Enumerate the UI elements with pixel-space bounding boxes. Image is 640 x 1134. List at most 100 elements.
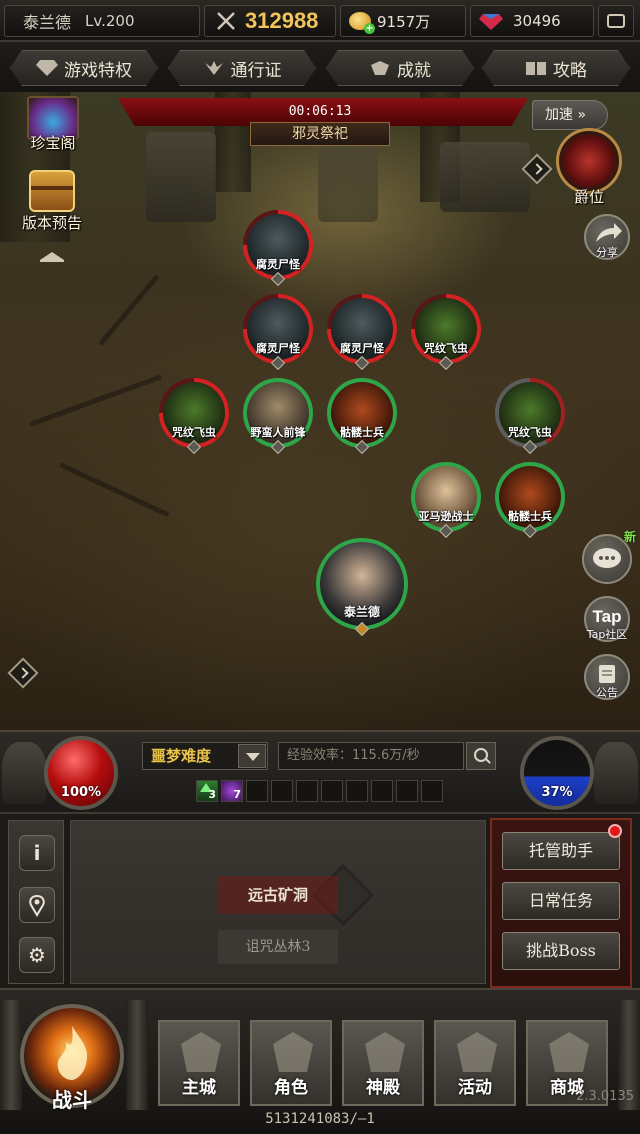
hero-unit[interactable]: 泰兰德 <box>316 538 408 637</box>
nav-guide[interactable]: 攻略 <box>482 50 630 86</box>
tab-temple[interactable]: 神殿 <box>342 1020 424 1106</box>
stone-ruin <box>440 142 530 212</box>
expand-left-icon[interactable] <box>7 657 39 689</box>
share-label: 分享 <box>596 246 618 259</box>
nav-label: 攻略 <box>553 60 587 81</box>
player-info[interactable]: 泰兰德 Lv.200 <box>4 5 200 37</box>
event-timer: 00:06:13 <box>288 104 352 119</box>
tab-label: 活动 <box>458 1078 492 1098</box>
chat-button[interactable]: 新 <box>582 530 636 584</box>
tab-character[interactable]: 角色 <box>250 1020 332 1106</box>
combat-power-value: 312988 <box>245 8 319 33</box>
version-preview-label: 版本预告 <box>21 214 82 232</box>
enemy-unit[interactable]: 腐灵尸怪 <box>243 210 313 287</box>
unit-name: 骷髅士兵 <box>508 510 552 523</box>
tab-label: 角色 <box>274 1078 308 1098</box>
hud-bar: 100% 37% 噩梦难度 经验效率：115.6万/秒 3 7 <box>0 730 640 812</box>
notice-button[interactable]: 公告 <box>584 654 630 700</box>
rank-label-wrap: 爵位 <box>556 186 622 207</box>
new-badge: 新 <box>623 530 636 544</box>
tool-column: i ⚙ <box>8 820 64 984</box>
exp-rate-field: 经验效率：115.6万/秒 <box>278 742 464 770</box>
version-preview-button[interactable]: 版本预告 <box>12 170 92 233</box>
empty-buff-slot <box>396 780 418 802</box>
enemy-unit[interactable]: 咒纹飞虫 <box>495 378 565 455</box>
gold-coin-icon: + <box>349 12 375 34</box>
buff-count: 7 <box>233 788 241 801</box>
ally-unit[interactable]: 亚马逊战士 <box>411 462 481 539</box>
ally-unit[interactable]: 骷髅士兵 <box>495 462 565 539</box>
empty-buff-slot <box>271 780 293 802</box>
menu-button[interactable] <box>598 5 634 37</box>
gem-value: 30496 <box>513 12 561 30</box>
empty-buff-slot <box>246 780 268 802</box>
enemy-unit[interactable]: 咒纹飞虫 <box>159 378 229 455</box>
player-name: 泰兰德 <box>23 13 72 32</box>
tab-main-city[interactable]: 主城 <box>158 1020 240 1106</box>
ally-unit[interactable]: 骷髅士兵 <box>327 378 397 455</box>
mp-orb: 37% <box>520 736 594 810</box>
version-number: 2.3.0135 <box>576 1089 634 1104</box>
level-up-buff-icon[interactable]: 3 <box>196 780 218 802</box>
chevron-down-icon[interactable] <box>238 744 266 768</box>
unit-name: 咒纹飞虫 <box>424 342 468 355</box>
enemy-unit[interactable]: 咒纹飞虫 <box>411 294 481 371</box>
nav-achievements[interactable]: 成就 <box>326 50 474 86</box>
action-menu: 托管助手 日常任务 挑战Boss <box>490 818 632 988</box>
current-map-location[interactable]: 远古矿洞 <box>218 876 338 914</box>
share-button[interactable]: 分享 <box>584 214 630 260</box>
unit-name: 腐灵尸怪 <box>340 342 384 355</box>
treasure-pavilion-button[interactable]: 珍宝阁 <box>18 96 88 153</box>
daily-tasks-button[interactable]: 日常任务 <box>502 882 620 920</box>
book-icon <box>526 62 546 75</box>
auto-assistant-button[interactable]: 托管助手 <box>502 832 620 870</box>
info-icon[interactable]: i <box>19 835 55 871</box>
tap-community-label: Tap社区 <box>586 628 628 641</box>
player-level: Lv.200 <box>85 12 135 30</box>
buff-count: 3 <box>208 788 216 801</box>
nav-game-privilege[interactable]: 游戏特权 <box>10 50 158 86</box>
gargoyle-ornament <box>594 742 638 804</box>
collapse-arrow-icon[interactable] <box>40 252 64 262</box>
tab-events[interactable]: 活动 <box>434 1020 516 1106</box>
chest-icon <box>29 170 75 212</box>
add-gold-icon[interactable]: + <box>364 23 375 34</box>
unit-name: 咒纹飞虫 <box>172 426 216 439</box>
challenge-boss-button[interactable]: 挑战Boss <box>502 932 620 970</box>
empty-buff-slot <box>421 780 443 802</box>
gem-counter[interactable]: 30496 <box>470 5 594 37</box>
unit-name: 骷髅士兵 <box>340 426 384 439</box>
enemy-unit[interactable]: 腐灵尸怪 <box>327 294 397 371</box>
nav-label: 成就 <box>397 60 431 81</box>
notification-dot <box>608 824 622 838</box>
rank-emblem-icon <box>556 128 622 194</box>
tree-root <box>29 374 163 427</box>
gold-value: 9157万 <box>377 12 431 31</box>
laurel-icon <box>371 61 389 75</box>
hp-orb: 100% <box>44 736 118 810</box>
unit-name: 野蛮人前锋 <box>250 426 306 439</box>
event-name[interactable]: 邪灵祭祀 <box>250 122 390 146</box>
next-map-location[interactable]: 诅咒丛林3 <box>218 930 338 964</box>
wings-icon <box>204 61 223 75</box>
treasure-label: 珍宝阁 <box>30 134 76 152</box>
location-pin-icon[interactable] <box>19 887 55 923</box>
stone-stairs <box>318 142 378 222</box>
gear-icon[interactable]: ⚙ <box>19 937 55 973</box>
nav-battle-pass[interactable]: 通行证 <box>168 50 316 86</box>
tap-community-button[interactable]: Tap Tap社区 <box>584 596 630 642</box>
speedup-button[interactable]: 加速 » <box>532 100 608 130</box>
rank-label: 爵位 <box>573 188 604 206</box>
enemy-unit[interactable]: 腐灵尸怪 <box>243 294 313 371</box>
buff-bar: 3 7 <box>196 780 443 802</box>
empty-buff-slot <box>321 780 343 802</box>
ally-unit[interactable]: 野蛮人前锋 <box>243 378 313 455</box>
pillar-ornament <box>126 1000 148 1110</box>
search-icon[interactable] <box>466 742 496 770</box>
gold-counter[interactable]: + 9157万 <box>340 5 466 37</box>
magic-buff-icon[interactable]: 7 <box>221 780 243 802</box>
hero-name: 泰兰德 <box>343 605 380 619</box>
demon-icon <box>457 1032 497 1072</box>
unit-name: 腐灵尸怪 <box>256 258 300 271</box>
mp-percent: 37% <box>541 785 573 800</box>
